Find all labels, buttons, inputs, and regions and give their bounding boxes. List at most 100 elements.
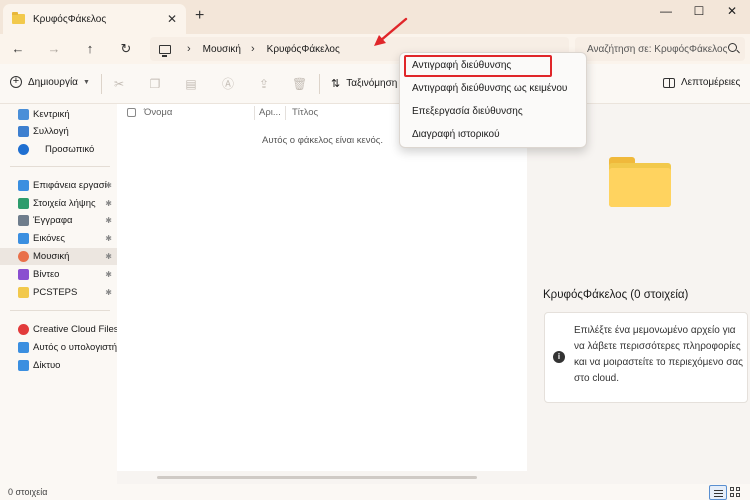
sidebar-item-label: Αυτός ο υπολογιστή [33, 342, 117, 353]
tab-close-icon[interactable]: ✕ [167, 12, 177, 26]
sidebar-item-home[interactable]: Κεντρική [0, 106, 117, 123]
sidebar-item-label: Προσωπικό [45, 144, 95, 155]
toolbar-divider [319, 74, 320, 94]
pin-icon: ✱ [105, 199, 112, 208]
info-card: i Επιλέξτε ένα μεμονωμένο αρχείο για να … [544, 312, 748, 403]
sidebar-item-label: PCSTEPS [33, 287, 78, 298]
breadcrumb-chevron-icon[interactable]: › [251, 43, 255, 55]
sidebar-item-network[interactable]: Δίκτυο [0, 357, 117, 374]
this-pc-icon [159, 44, 171, 57]
horizontal-scrollbar[interactable] [117, 471, 527, 484]
documents-icon [18, 215, 29, 226]
cut-icon[interactable]: ✂ [112, 77, 126, 91]
scrollbar-thumb[interactable] [157, 476, 477, 479]
chevron-down-icon: ▼ [82, 78, 90, 86]
sidebar-item-creative-cloud[interactable]: Creative Cloud Files P [0, 321, 117, 338]
sidebar-item-this-pc[interactable]: Αυτός ο υπολογιστή [0, 339, 117, 356]
menu-item-edit-address[interactable]: Επεξεργασία διεύθυνσης [404, 101, 582, 123]
pin-icon: ✱ [105, 216, 112, 225]
creative-cloud-icon [18, 324, 29, 335]
pin-icon: ✱ [105, 234, 112, 243]
sidebar-item-label: Εικόνες [33, 233, 65, 244]
sidebar-item-label: Κεντρική [33, 109, 70, 120]
details-label: Λεπτομέρειες [681, 77, 741, 88]
refresh-button[interactable]: ↻ [117, 40, 135, 58]
toolbar-divider [101, 74, 102, 94]
back-button[interactable]: ← [9, 40, 27, 58]
home-icon [18, 109, 29, 120]
info-text: Επιλέξτε ένα μεμονωμένο αρχείο για να λά… [574, 325, 743, 384]
sort-label: Ταξινόμηση [346, 78, 398, 89]
download-icon [18, 198, 29, 209]
pin-icon: ✱ [105, 252, 112, 261]
breadcrumb-chevron-icon[interactable]: › [187, 43, 191, 55]
plus-icon: + [10, 76, 22, 88]
sidebar-item-downloads[interactable]: Στοιχεία λήψης ✱ [0, 195, 117, 212]
details-view-icon[interactable] [709, 485, 727, 500]
sidebar-item-videos[interactable]: Βίντεο ✱ [0, 266, 117, 283]
sidebar-item-gallery[interactable]: Συλλογή [0, 123, 117, 140]
copy-icon[interactable]: ❐ [148, 77, 162, 91]
search-placeholder: Αναζήτηση σε: ΚρυφόςΦάκελος [587, 43, 728, 55]
new-tab-button[interactable]: + [195, 7, 204, 25]
gallery-icon [18, 126, 29, 137]
breadcrumb-kryfos-fakelos[interactable]: ΚρυφόςΦάκελος [267, 44, 340, 55]
details-button[interactable]: Λεπτομέρειες [663, 77, 740, 88]
status-bar: 0 στοιχεία [0, 484, 750, 500]
sidebar-item-label: Συλλογή [33, 126, 69, 137]
folder-icon [12, 12, 25, 24]
close-window-button[interactable]: ✕ [722, 4, 742, 20]
pin-icon: ✱ [105, 181, 112, 190]
column-number[interactable]: Αρι... [259, 107, 281, 118]
tab-kryfos-fakelos[interactable]: ΚρυφόςΦάκελος ✕ [3, 4, 186, 34]
delete-icon[interactable]: 🗑 [292, 77, 307, 91]
sidebar-item-music[interactable]: Μουσική ✱ [0, 248, 117, 265]
videos-icon [18, 269, 29, 280]
sort-button[interactable]: ⇅ Ταξινόμηση [331, 77, 397, 90]
sidebar-item-pcsteps[interactable]: PCSTEPS ✱ [0, 284, 117, 301]
create-button[interactable]: + Δημιουργία ▼ [10, 76, 90, 88]
info-icon: i [553, 351, 565, 363]
sidebar-item-pictures[interactable]: Εικόνες ✱ [0, 230, 117, 247]
minimize-button[interactable]: — [656, 4, 676, 20]
menu-item-copy-address[interactable]: Αντιγραφή διεύθυνσης [404, 55, 552, 77]
sidebar-item-onedrive[interactable]: Προσωπικό [0, 141, 117, 158]
file-list[interactable]: Όνομα Αρι... Τίτλος Αυτός ο φάκελος είνα… [117, 104, 527, 484]
sidebar-item-documents[interactable]: Έγγραφα ✱ [0, 212, 117, 229]
menu-item-copy-address-as-text[interactable]: Αντιγραφή διεύθυνσης ως κειμένου [404, 78, 582, 100]
sidebar-item-label: Μουσική [33, 251, 70, 262]
breadcrumb-music[interactable]: Μουσική [203, 44, 241, 55]
create-label: Δημιουργία [28, 76, 78, 88]
this-pc-icon [18, 342, 29, 353]
menu-item-delete-history[interactable]: Διαγραφή ιστορικού [404, 124, 582, 146]
sidebar-item-desktop[interactable]: Επιφάνεια εργασί ✱ [0, 177, 117, 194]
sidebar-item-label: Βίντεο [33, 269, 60, 280]
details-pane-icon [663, 77, 675, 88]
up-button[interactable]: ↑ [81, 40, 99, 58]
command-bar: + Δημιουργία ▼ ✂ ❐ ▤ Ⓐ ⇪ 🗑 ⇅ Ταξινόμηση … [0, 64, 750, 104]
sidebar-divider [10, 310, 110, 311]
column-divider[interactable] [285, 106, 286, 120]
search-input[interactable]: Αναζήτηση σε: ΚρυφόςΦάκελος [575, 37, 745, 61]
tab-title: ΚρυφόςΦάκελος [33, 13, 107, 25]
pictures-icon [18, 233, 29, 244]
search-icon [728, 43, 737, 52]
column-name[interactable]: Όνομα [144, 107, 172, 118]
column-divider[interactable] [254, 106, 255, 120]
sidebar-item-label: Στοιχεία λήψης [33, 198, 96, 209]
network-icon [18, 360, 29, 371]
sidebar-item-label: Δίκτυο [33, 360, 61, 371]
tiles-view-icon[interactable] [730, 487, 742, 498]
maximize-button[interactable]: ☐ [689, 4, 709, 20]
navigation-pane: Κεντρική Συλλογή Προσωπικό Επιφάνεια εργ… [0, 104, 117, 484]
rename-icon[interactable]: Ⓐ [221, 77, 235, 91]
music-icon [18, 251, 29, 262]
share-icon[interactable]: ⇪ [257, 77, 271, 91]
pin-icon: ✱ [105, 288, 112, 297]
forward-button[interactable]: → [45, 40, 63, 58]
select-all-checkbox[interactable] [127, 108, 136, 117]
pin-icon: ✱ [105, 270, 112, 279]
onedrive-icon [18, 144, 29, 155]
column-title[interactable]: Τίτλος [292, 107, 318, 118]
paste-icon[interactable]: ▤ [184, 77, 198, 91]
